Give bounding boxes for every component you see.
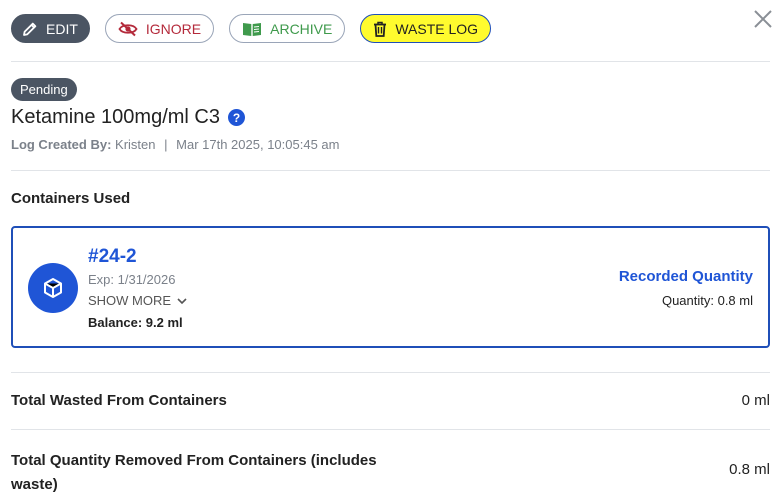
show-more-toggle[interactable]: SHOW MORE (88, 293, 187, 308)
created-at-value: Mar 17th 2025, 10:05:45 am (176, 137, 340, 152)
total-wasted-value: 0 ml (741, 392, 770, 409)
total-removed-label-line2: waste) (11, 476, 58, 493)
log-meta: Log Created By: Kristen | Mar 17th 2025,… (11, 137, 339, 152)
chevron-down-icon (177, 293, 187, 308)
archive-button-label: ARCHIVE (270, 20, 333, 37)
ignore-button[interactable]: IGNORE (104, 14, 215, 43)
divider (11, 372, 770, 373)
close-icon[interactable] (752, 8, 774, 30)
help-icon[interactable]: ? (227, 109, 245, 126)
archive-button[interactable]: ARCHIVE (229, 14, 346, 43)
total-removed-label: Total Quantity Removed From Containers (… (11, 449, 377, 497)
pencil-icon (22, 21, 38, 37)
log-title-row: Ketamine 100mg/ml C3 ? (11, 106, 245, 129)
created-by-label: Log Created By: (11, 137, 112, 152)
status-badge: Pending (11, 78, 77, 101)
container-balance: Balance: 9.2 ml (88, 315, 183, 330)
total-removed-value: 0.8 ml (729, 461, 770, 478)
ignore-button-label: IGNORE (145, 20, 202, 37)
recorded-quantity-label: Recorded Quantity (618, 268, 753, 285)
divider (11, 429, 770, 430)
total-removed-label-line1: Total Quantity Removed From Containers (… (11, 452, 377, 469)
total-wasted-label: Total Wasted From Containers (11, 392, 227, 409)
containers-heading: Containers Used (11, 190, 131, 207)
waste-log-button[interactable]: WASTE LOG (360, 14, 492, 43)
created-by-value: Kristen (115, 137, 156, 152)
divider (11, 170, 770, 171)
eye-off-icon (118, 21, 138, 37)
waste-log-button-label: WASTE LOG (395, 20, 479, 37)
container-expiry: Exp: 1/31/2026 (88, 272, 176, 287)
meta-separator: | (164, 137, 168, 152)
container-name-link[interactable]: #24-2 (88, 246, 137, 268)
trash-icon (373, 21, 387, 37)
container-card: #24-2 Exp: 1/31/2026 SHOW MORE Balance: … (11, 226, 770, 348)
cube-icon (28, 263, 78, 313)
divider (11, 61, 770, 62)
book-icon (242, 21, 262, 37)
container-quantity: Quantity: 0.8 ml (661, 293, 753, 308)
show-more-label: SHOW MORE (88, 293, 172, 308)
edit-button-label: EDIT (46, 20, 78, 37)
page-title: Ketamine 100mg/ml C3 (11, 106, 220, 128)
edit-button[interactable]: EDIT (11, 14, 90, 43)
action-toolbar: EDIT IGNORE ARCHIVE WASTE LOG (11, 14, 492, 45)
